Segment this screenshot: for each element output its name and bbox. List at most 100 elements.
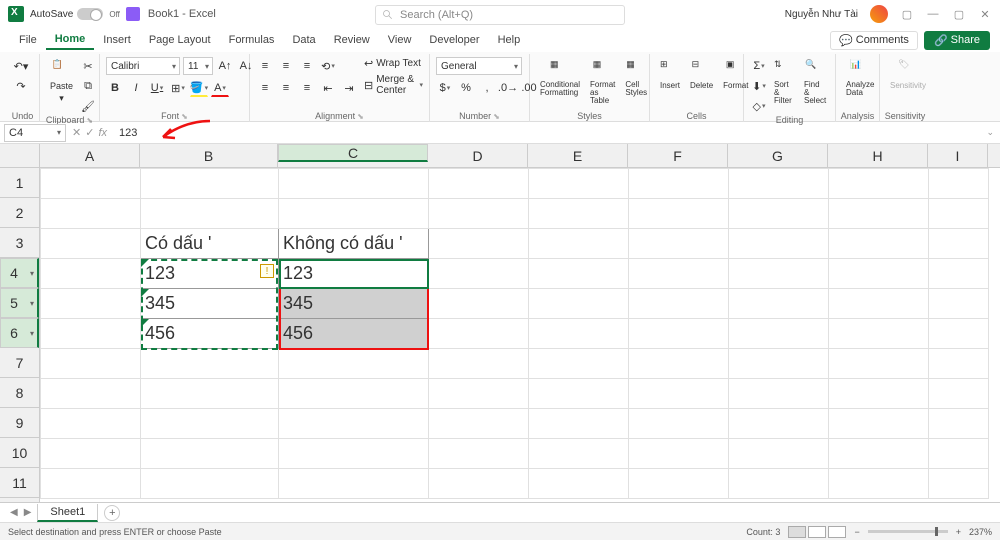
row-header-6[interactable]: 6 [0,318,39,348]
col-header-E[interactable]: E [528,144,628,167]
sheet-nav-prev-icon[interactable]: ◀ [10,507,18,518]
select-all-corner[interactable] [0,144,40,168]
cell-A4[interactable] [41,259,141,289]
wrap-text-button[interactable]: ↩ Wrap Text [364,57,423,70]
copy-icon[interactable]: ⧉ [79,77,97,95]
increase-indent-icon[interactable]: ⇥ [340,79,358,97]
row-header-3[interactable]: 3 [0,228,39,258]
conditional-formatting-button[interactable]: ▦Conditional Formatting [536,57,584,99]
tab-page-layout[interactable]: Page Layout [140,31,220,49]
formula-input[interactable]: 123 [113,127,980,139]
comments-button[interactable]: 💬 Comments [830,31,918,50]
align-top-icon[interactable]: ≡ [256,57,274,75]
row-header-10[interactable]: 10 [0,438,39,468]
zoom-slider[interactable] [868,530,948,533]
align-middle-icon[interactable]: ≡ [277,57,295,75]
cell-C2[interactable] [279,199,429,229]
delete-cells-button[interactable]: ⊟Delete [686,57,717,92]
decrease-indent-icon[interactable]: ⇤ [319,79,337,97]
cell-C1[interactable] [279,169,429,199]
fx-icon[interactable]: fx [98,127,107,139]
cell-B2[interactable] [141,199,279,229]
tab-developer[interactable]: Developer [420,31,488,49]
comma-format-icon[interactable]: , [478,79,496,97]
col-header-C[interactable]: C [278,144,428,162]
tab-data[interactable]: Data [283,31,324,49]
col-header-D[interactable]: D [428,144,528,167]
align-right-icon[interactable]: ≡ [298,79,316,97]
increase-decimal-icon[interactable]: .0→ [499,79,517,97]
font-color-button[interactable]: A [211,79,229,97]
zoom-level[interactable]: 237% [969,527,992,537]
cell-B6[interactable]: 456 [141,319,279,349]
tab-home[interactable]: Home [46,30,95,50]
cell-C6[interactable]: 456 [279,319,429,349]
share-button[interactable]: 🔗 Share [924,31,990,50]
sheet-tab-sheet1[interactable]: Sheet1 [37,504,98,522]
zoom-in-icon[interactable]: + [956,527,961,537]
font-size-select[interactable]: 11 [183,57,213,75]
borders-button[interactable]: ⊞ [169,79,187,97]
sheet-nav-next-icon[interactable]: ▶ [24,507,32,518]
sort-filter-button[interactable]: ⇅Sort & Filter [770,57,798,107]
cancel-formula-icon[interactable]: ✕ [72,126,81,139]
save-icon[interactable] [126,7,140,21]
tab-formulas[interactable]: Formulas [220,31,284,49]
orientation-icon[interactable]: ⟲ [319,57,337,75]
enter-formula-icon[interactable]: ✓ [85,126,94,139]
minimize-icon[interactable]: — [926,7,940,21]
cell-B3[interactable]: Có dấu ' [141,229,279,259]
percent-format-icon[interactable]: % [457,79,475,97]
row-header-2[interactable]: 2 [0,198,39,228]
cell-A3[interactable] [41,229,141,259]
normal-view-icon[interactable] [788,526,806,538]
add-sheet-button[interactable]: + [104,505,120,521]
cell-A2[interactable] [41,199,141,229]
row-header-5[interactable]: 5 [0,288,39,318]
format-painter-icon[interactable]: 🖌 [79,97,97,115]
number-format-select[interactable]: General [436,57,522,75]
cell-A7[interactable] [41,349,141,379]
col-header-F[interactable]: F [628,144,728,167]
expand-formula-bar-icon[interactable]: ⌄ [980,127,1000,138]
cell-C7[interactable] [279,349,429,379]
align-center-icon[interactable]: ≡ [277,79,295,97]
row-header-1[interactable]: 1 [0,168,39,198]
cut-icon[interactable]: ✂ [79,57,97,75]
cells-grid[interactable]: Có dấu 'Không có dấu ' 123123 345345 456… [40,168,1000,502]
row-header-4[interactable]: 4 [0,258,39,288]
clear-icon[interactable]: ◇ [750,97,768,115]
row-header-8[interactable]: 8 [0,378,39,408]
col-header-H[interactable]: H [828,144,928,167]
cell-B7[interactable] [141,349,279,379]
italic-button[interactable]: I [127,79,145,97]
autosave-toggle[interactable]: AutoSave Off [30,8,120,20]
col-header-G[interactable]: G [728,144,828,167]
tab-help[interactable]: Help [489,31,530,49]
cell-A5[interactable] [41,289,141,319]
bold-button[interactable]: B [106,79,124,97]
fill-icon[interactable]: ⬇ [750,77,768,95]
page-layout-view-icon[interactable] [808,526,826,538]
cell-C5[interactable]: 345 [279,289,429,319]
tab-file[interactable]: File [10,31,46,49]
number-launcher-icon[interactable]: ⬊ [493,112,500,121]
cell-A6[interactable] [41,319,141,349]
cell-B5[interactable]: 345 [141,289,279,319]
analyze-data-button[interactable]: 📊Analyze Data [842,57,878,99]
increase-font-icon[interactable]: A↑ [216,57,234,75]
cell-C3[interactable]: Không có dấu ' [279,229,429,259]
font-name-select[interactable]: Calibri [106,57,180,75]
col-header-I[interactable]: I [928,144,988,167]
redo-icon[interactable]: ↷ [12,77,30,95]
accounting-format-icon[interactable]: $ [436,79,454,97]
align-bottom-icon[interactable]: ≡ [298,57,316,75]
autosum-icon[interactable]: Σ [750,57,768,75]
find-select-button[interactable]: 🔍Find & Select [800,57,830,107]
format-as-table-button[interactable]: ▦Format as Table [586,57,619,107]
align-left-icon[interactable]: ≡ [256,79,274,97]
zoom-out-icon[interactable]: − [854,527,859,537]
search-input[interactable]: Search (Alt+Q) [375,5,625,25]
col-header-A[interactable]: A [40,144,140,167]
cell-B1[interactable] [141,169,279,199]
